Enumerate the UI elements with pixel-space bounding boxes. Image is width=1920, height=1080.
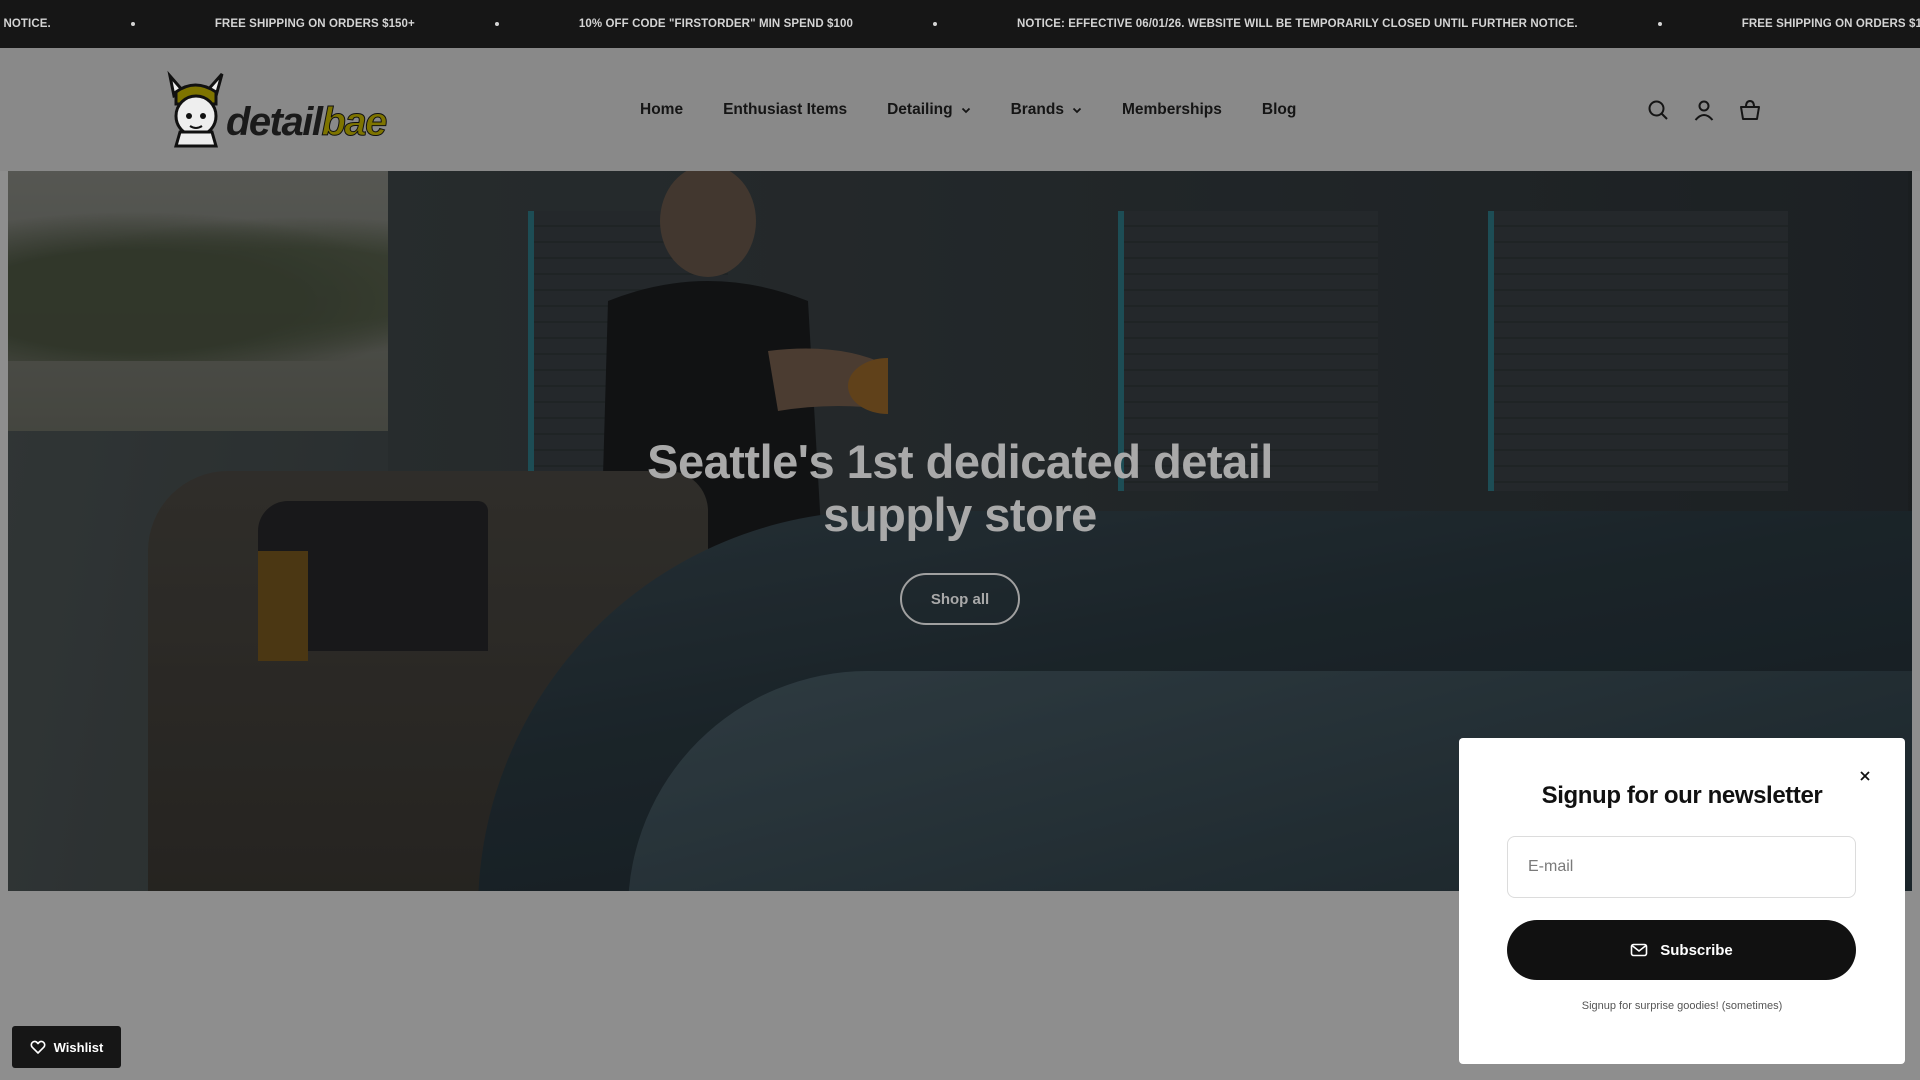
nav-label: Home <box>640 100 684 118</box>
nav-label: Memberships <box>1121 100 1222 118</box>
chevron-down-icon <box>1072 107 1082 113</box>
announcement-separator <box>130 22 135 26</box>
cart-icon[interactable] <box>1738 98 1762 122</box>
nav-item-enthusiast-items[interactable]: Enthusiast Items <box>723 101 847 119</box>
announcement-item: FREE SHIPPING ON ORDERS $150+ <box>1741 18 1920 30</box>
nav-item-memberships[interactable]: Memberships <box>1122 101 1222 119</box>
announcement-item: ER NOTICE. <box>0 18 51 30</box>
logo-text-main: detail <box>226 100 323 144</box>
nav-item-blog[interactable]: Blog <box>1262 101 1296 119</box>
site-logo[interactable]: detailbae <box>158 70 390 150</box>
header-actions <box>1646 48 1762 171</box>
heart-icon <box>30 1040 46 1054</box>
hero-title: Seattle's 1st dedicated detail supply st… <box>647 435 1273 541</box>
newsletter-title: Signup for our newsletter <box>1541 782 1823 809</box>
announcement-separator <box>494 22 499 26</box>
announcement-separator <box>1657 22 1662 26</box>
announcement-track: ER NOTICE. FREE SHIPPING ON ORDERS $150+… <box>0 0 1920 48</box>
nav-label: Brands <box>1010 100 1064 118</box>
wishlist-button[interactable]: Wishlist <box>12 1026 121 1068</box>
nav-item-home[interactable]: Home <box>640 101 683 119</box>
account-icon[interactable] <box>1692 98 1716 122</box>
wishlist-label: Wishlist <box>53 1039 104 1055</box>
nav-item-detailing[interactable]: Detailing <box>887 101 970 119</box>
announcement-item: NOTICE: EFFECTIVE 06/01/26. WEBSITE WILL… <box>1017 18 1578 30</box>
announcement-item: 10% OFF CODE "FIRSTORDER" MIN SPEND $100 <box>578 18 854 30</box>
nav-label: Detailing <box>887 100 953 118</box>
site-header: detailbae Home Enthusiast Items Detailin… <box>0 48 1920 171</box>
search-icon[interactable] <box>1646 98 1670 122</box>
logo-text-accent: bae <box>321 100 388 144</box>
nav-item-brands[interactable]: Brands <box>1011 101 1082 119</box>
subscribe-label: Subscribe <box>1660 941 1733 959</box>
announcement-item: FREE SHIPPING ON ORDERS $150+ <box>214 18 415 30</box>
logo-wordmark: detailbae <box>226 100 388 144</box>
shop-all-button[interactable]: Shop all <box>900 573 1020 625</box>
chevron-down-icon <box>961 107 970 113</box>
main-nav: Home Enthusiast Items Detailing Brands M… <box>640 48 1296 171</box>
subscribe-button[interactable]: Subscribe <box>1507 920 1856 980</box>
mail-icon <box>1630 943 1648 957</box>
newsletter-popup: Signup for our newsletter Subscribe Sign… <box>1459 738 1905 1064</box>
mascot-logo-icon <box>167 70 224 148</box>
nav-label: Enthusiast Items <box>723 100 848 118</box>
announcement-separator <box>933 22 938 26</box>
email-field[interactable] <box>1507 836 1856 898</box>
nav-label: Blog <box>1261 100 1297 118</box>
newsletter-note: Signup for surprise goodies! (sometimes) <box>1581 1000 1783 1012</box>
announcement-bar: ER NOTICE. FREE SHIPPING ON ORDERS $150+… <box>0 0 1920 48</box>
